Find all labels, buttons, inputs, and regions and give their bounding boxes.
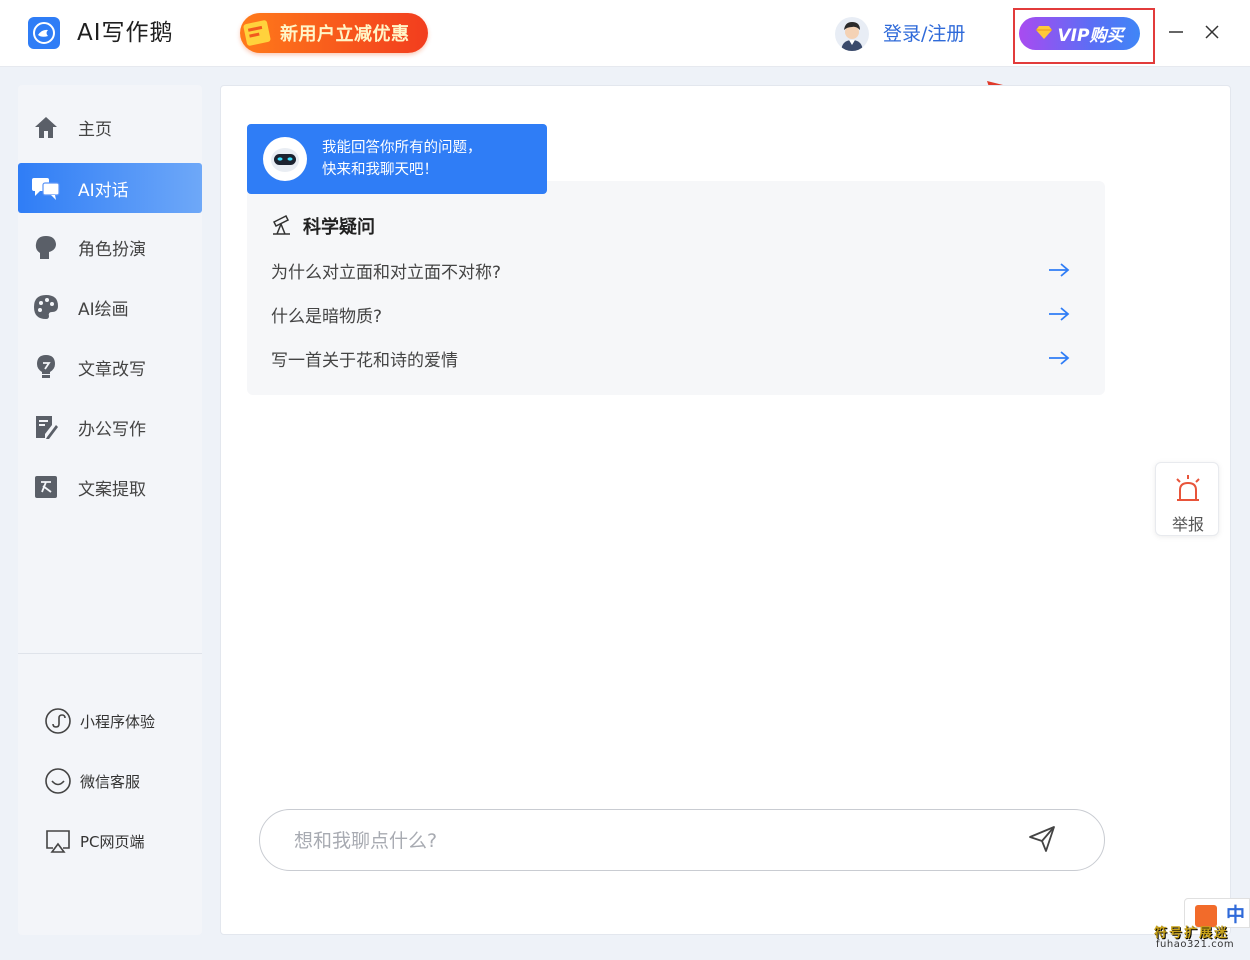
app-title: AI写作鹅 xyxy=(77,20,174,46)
diamond-icon xyxy=(1035,24,1052,43)
sidebar-item-ai-chat[interactable]: AI对话 xyxy=(18,163,202,213)
sidebar-divider xyxy=(18,653,202,654)
greeting-line-2: 快来和我聊天吧！ xyxy=(322,162,438,178)
watermark-url: fuhao321.com xyxy=(1156,939,1235,950)
mini-program-icon xyxy=(43,706,73,736)
avatar[interactable] xyxy=(835,17,869,51)
suggested-question[interactable]: 为什么对立面和对立面不对称? xyxy=(271,255,1071,285)
sidebar-link-label: 小程序体验 xyxy=(80,712,156,731)
lightbulb-icon xyxy=(31,352,61,382)
close-icon[interactable] xyxy=(1202,22,1222,42)
sidebar-link-pc-web[interactable]: PC网页端 xyxy=(18,821,202,861)
suggested-question[interactable]: 写一首关于花和诗的爱情 xyxy=(271,343,1071,373)
text-extract-icon xyxy=(31,472,61,502)
sidebar-link-label: 微信客服 xyxy=(80,772,141,791)
chat-panel: 我能回答你所有的问题， 快来和我聊天吧！ 科学疑问 为什么对立面和对立面不对称?… xyxy=(220,85,1231,935)
sidebar-item-label: 文案提取 xyxy=(78,479,146,500)
sidebar-item-article-rewrite[interactable]: 文章改写 xyxy=(18,342,202,392)
coupon-icon xyxy=(238,13,278,53)
sidebar-link-mini-program[interactable]: 小程序体验 xyxy=(18,701,202,741)
palette-icon xyxy=(31,292,61,322)
greeting-line-1: 我能回答你所有的问题， xyxy=(322,140,482,156)
edit-icon xyxy=(31,412,61,442)
sidebar-item-label: 文章改写 xyxy=(78,359,146,380)
sidebar-item-label: AI对话 xyxy=(78,180,129,201)
greeting-banner: 我能回答你所有的问题， 快来和我聊天吧！ xyxy=(247,124,547,194)
arrow-right-icon xyxy=(1047,302,1071,326)
telescope-icon xyxy=(271,213,293,239)
role-play-icon xyxy=(31,232,61,262)
sidebar-item-label: 主页 xyxy=(78,119,112,140)
chat-input-box xyxy=(259,809,1105,871)
sidebar-item-text-extract[interactable]: 文案提取 xyxy=(18,462,202,512)
send-button[interactable] xyxy=(1024,823,1060,859)
sidebar-item-label: 办公写作 xyxy=(78,419,146,440)
sidebar-item-role-play[interactable]: 角色扮演 xyxy=(18,222,202,272)
app-logo-icon xyxy=(28,17,60,49)
sidebar-item-label: 角色扮演 xyxy=(78,239,146,260)
report-button[interactable]: 举报 xyxy=(1155,462,1219,536)
login-register-link[interactable]: 登录/注册 xyxy=(883,20,965,48)
arrow-right-icon xyxy=(1047,258,1071,282)
title-bar: AI写作鹅 新用户立减优惠 登录/注册 VIP购买 xyxy=(0,0,1250,67)
new-user-promo-button[interactable]: 新用户立减优惠 xyxy=(240,13,428,53)
sidebar-link-label: PC网页端 xyxy=(80,832,145,851)
report-label: 举报 xyxy=(1171,515,1204,534)
vip-purchase-button[interactable]: VIP购买 xyxy=(1019,17,1140,50)
home-icon xyxy=(31,112,61,142)
question-text: 写一首关于花和诗的爱情 xyxy=(271,350,458,371)
chat-input[interactable] xyxy=(294,824,994,858)
sidebar-item-office-writing[interactable]: 办公写作 xyxy=(18,402,202,452)
sidebar-item-label: AI绘画 xyxy=(78,299,129,320)
vip-label: VIP购买 xyxy=(1057,26,1124,46)
sidebar: 主页 AI对话 角色扮演 AI绘画 文章改写 办公写作 文案提取 小程序体验 微… xyxy=(18,85,202,935)
suggested-questions-card: 科学疑问 为什么对立面和对立面不对称? 什么是暗物质? 写一首关于花和诗的爱情 xyxy=(247,181,1105,395)
sidebar-item-ai-painting[interactable]: AI绘画 xyxy=(18,282,202,332)
desktop-web-icon xyxy=(43,826,73,856)
suggested-question[interactable]: 什么是暗物质? xyxy=(271,299,1071,329)
chat-icon xyxy=(31,173,61,203)
minimize-icon[interactable] xyxy=(1166,22,1186,42)
greeting-text: 我能回答你所有的问题， 快来和我聊天吧！ xyxy=(322,137,482,181)
sidebar-link-wechat-service[interactable]: 微信客服 xyxy=(18,761,202,801)
category-title: 科学疑问 xyxy=(303,217,375,238)
question-text: 为什么对立面和对立面不对称? xyxy=(271,262,502,283)
wechat-service-icon xyxy=(43,766,73,796)
arrow-right-icon xyxy=(1047,346,1071,370)
question-text: 什么是暗物质? xyxy=(271,306,383,327)
alarm-icon xyxy=(1172,473,1204,509)
robot-avatar-icon xyxy=(263,137,307,181)
send-icon xyxy=(1027,824,1057,858)
sidebar-item-home[interactable]: 主页 xyxy=(18,102,202,152)
category-header: 科学疑问 xyxy=(271,213,375,239)
promo-label: 新用户立减优惠 xyxy=(280,24,410,45)
